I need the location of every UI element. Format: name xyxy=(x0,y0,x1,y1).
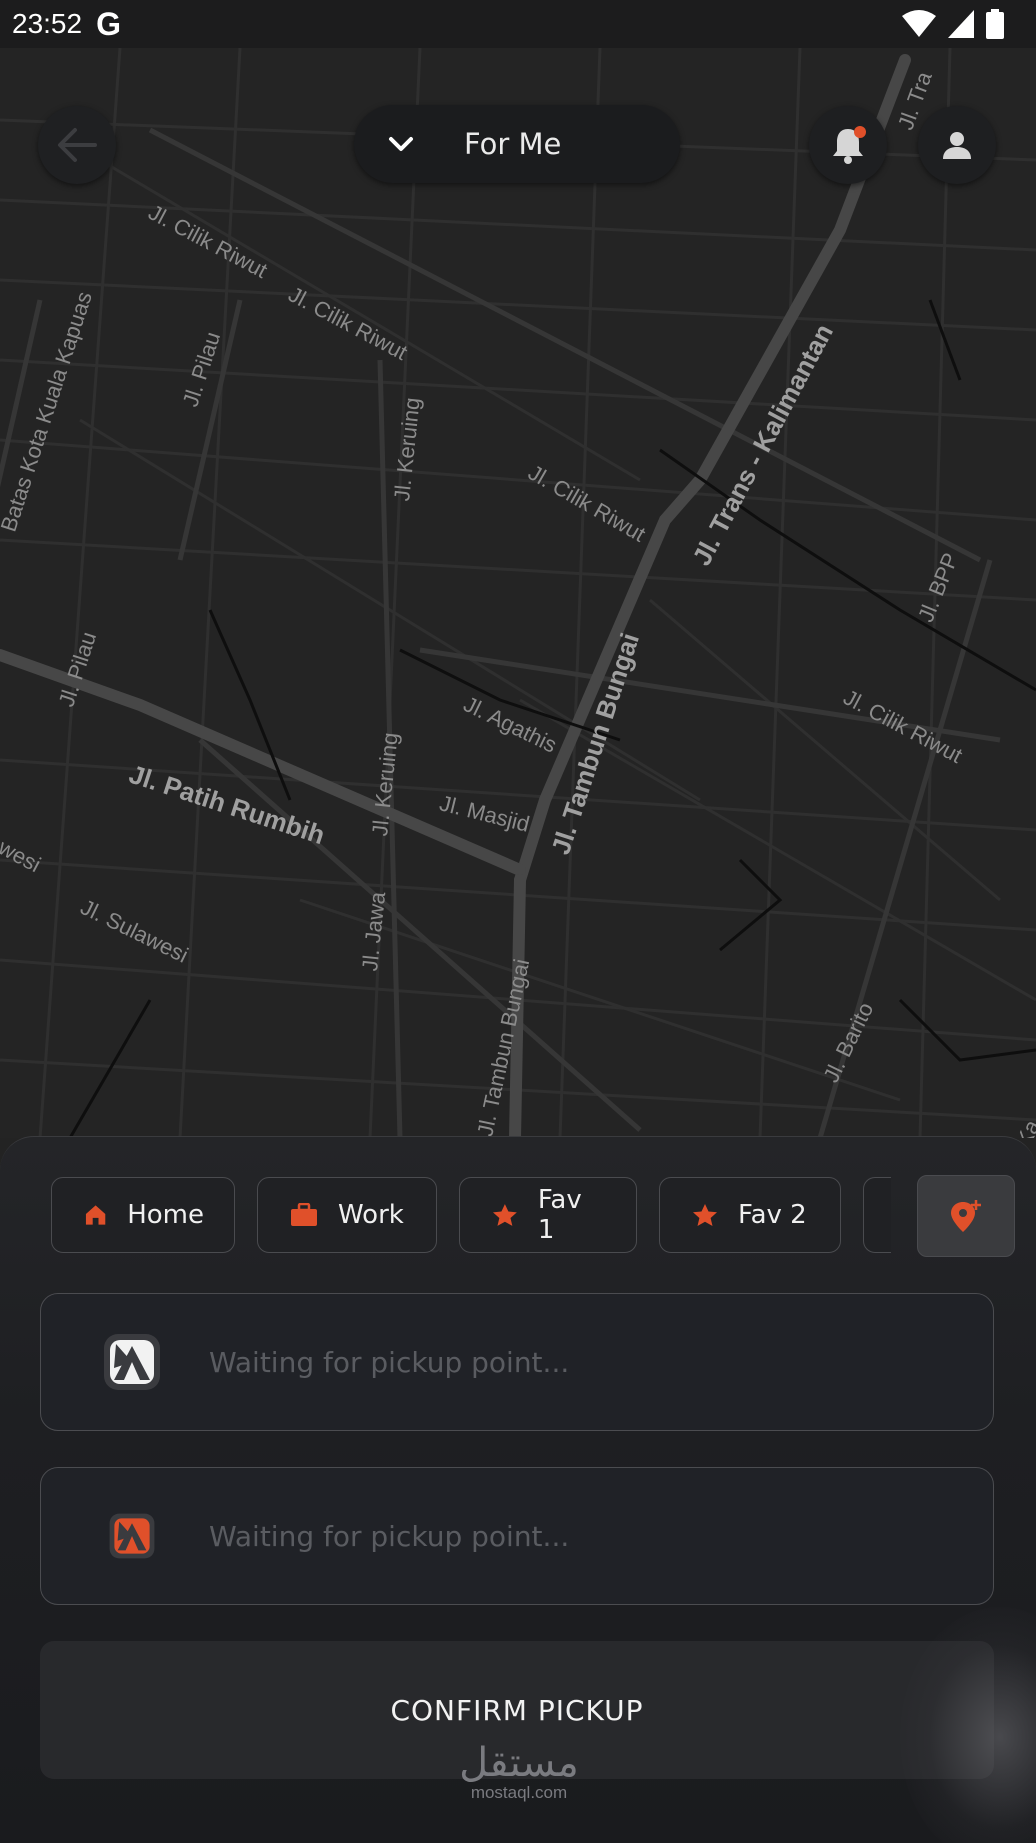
star-icon xyxy=(693,1204,717,1226)
destination-field[interactable] xyxy=(40,1467,994,1605)
place-chip-partial[interactable] xyxy=(863,1177,891,1253)
back-button[interactable] xyxy=(38,106,116,184)
place-chip-label: Fav 2 xyxy=(738,1200,807,1230)
destination-marker xyxy=(101,1505,163,1567)
notification-badge xyxy=(854,126,866,138)
cell-signal-icon xyxy=(948,10,974,38)
app-logo-icon xyxy=(104,1334,160,1390)
google-icon: G xyxy=(96,5,121,42)
chevron-down-icon xyxy=(389,137,413,151)
notifications-button[interactable] xyxy=(809,106,887,184)
confirm-pickup-button[interactable]: CONFIRM PICKUP xyxy=(40,1641,994,1779)
briefcase-icon xyxy=(291,1203,317,1226)
rider-selector[interactable]: For Me xyxy=(354,105,680,183)
app-logo-orange-icon xyxy=(109,1513,155,1559)
saved-places-bar: Home Work Fav 1 Fav 2 xyxy=(51,1177,891,1255)
destination-input[interactable] xyxy=(207,1518,911,1554)
place-chip-work[interactable]: Work xyxy=(257,1177,437,1253)
home-icon xyxy=(85,1205,106,1225)
arrow-left-icon xyxy=(58,128,97,162)
battery-icon xyxy=(986,9,1004,39)
booking-sheet: Home Work Fav 1 Fav 2 Waiting for pickup… xyxy=(0,1136,1036,1843)
watermark-latin: mostaql.com xyxy=(470,1783,568,1802)
rider-selector-label: For Me xyxy=(464,127,562,161)
place-chip-fav1[interactable]: Fav 1 xyxy=(459,1177,637,1253)
star-icon xyxy=(492,1204,517,1226)
map-view[interactable]: Jl. Cilik Riwut Jl. Cilik Riwut Jl. Pila… xyxy=(0,48,1036,1138)
add-place-button[interactable] xyxy=(917,1175,1015,1257)
status-time: 23:52 xyxy=(12,8,83,39)
place-chip-label: Work xyxy=(338,1200,404,1230)
profile-button[interactable] xyxy=(918,106,996,184)
place-chip-fav2[interactable]: Fav 2 xyxy=(659,1177,841,1253)
person-icon xyxy=(943,132,971,159)
pickup-input[interactable] xyxy=(207,1344,911,1380)
place-chip-label: Home xyxy=(127,1200,204,1230)
pickup-marker xyxy=(101,1331,163,1393)
place-chip-home[interactable]: Home xyxy=(51,1177,235,1253)
add-location-icon xyxy=(951,1200,981,1232)
status-bar: 23:52 G xyxy=(0,0,1036,48)
place-chip-label: Fav 1 xyxy=(537,1185,582,1245)
pickup-field[interactable] xyxy=(40,1293,994,1431)
wifi-icon xyxy=(902,10,936,37)
